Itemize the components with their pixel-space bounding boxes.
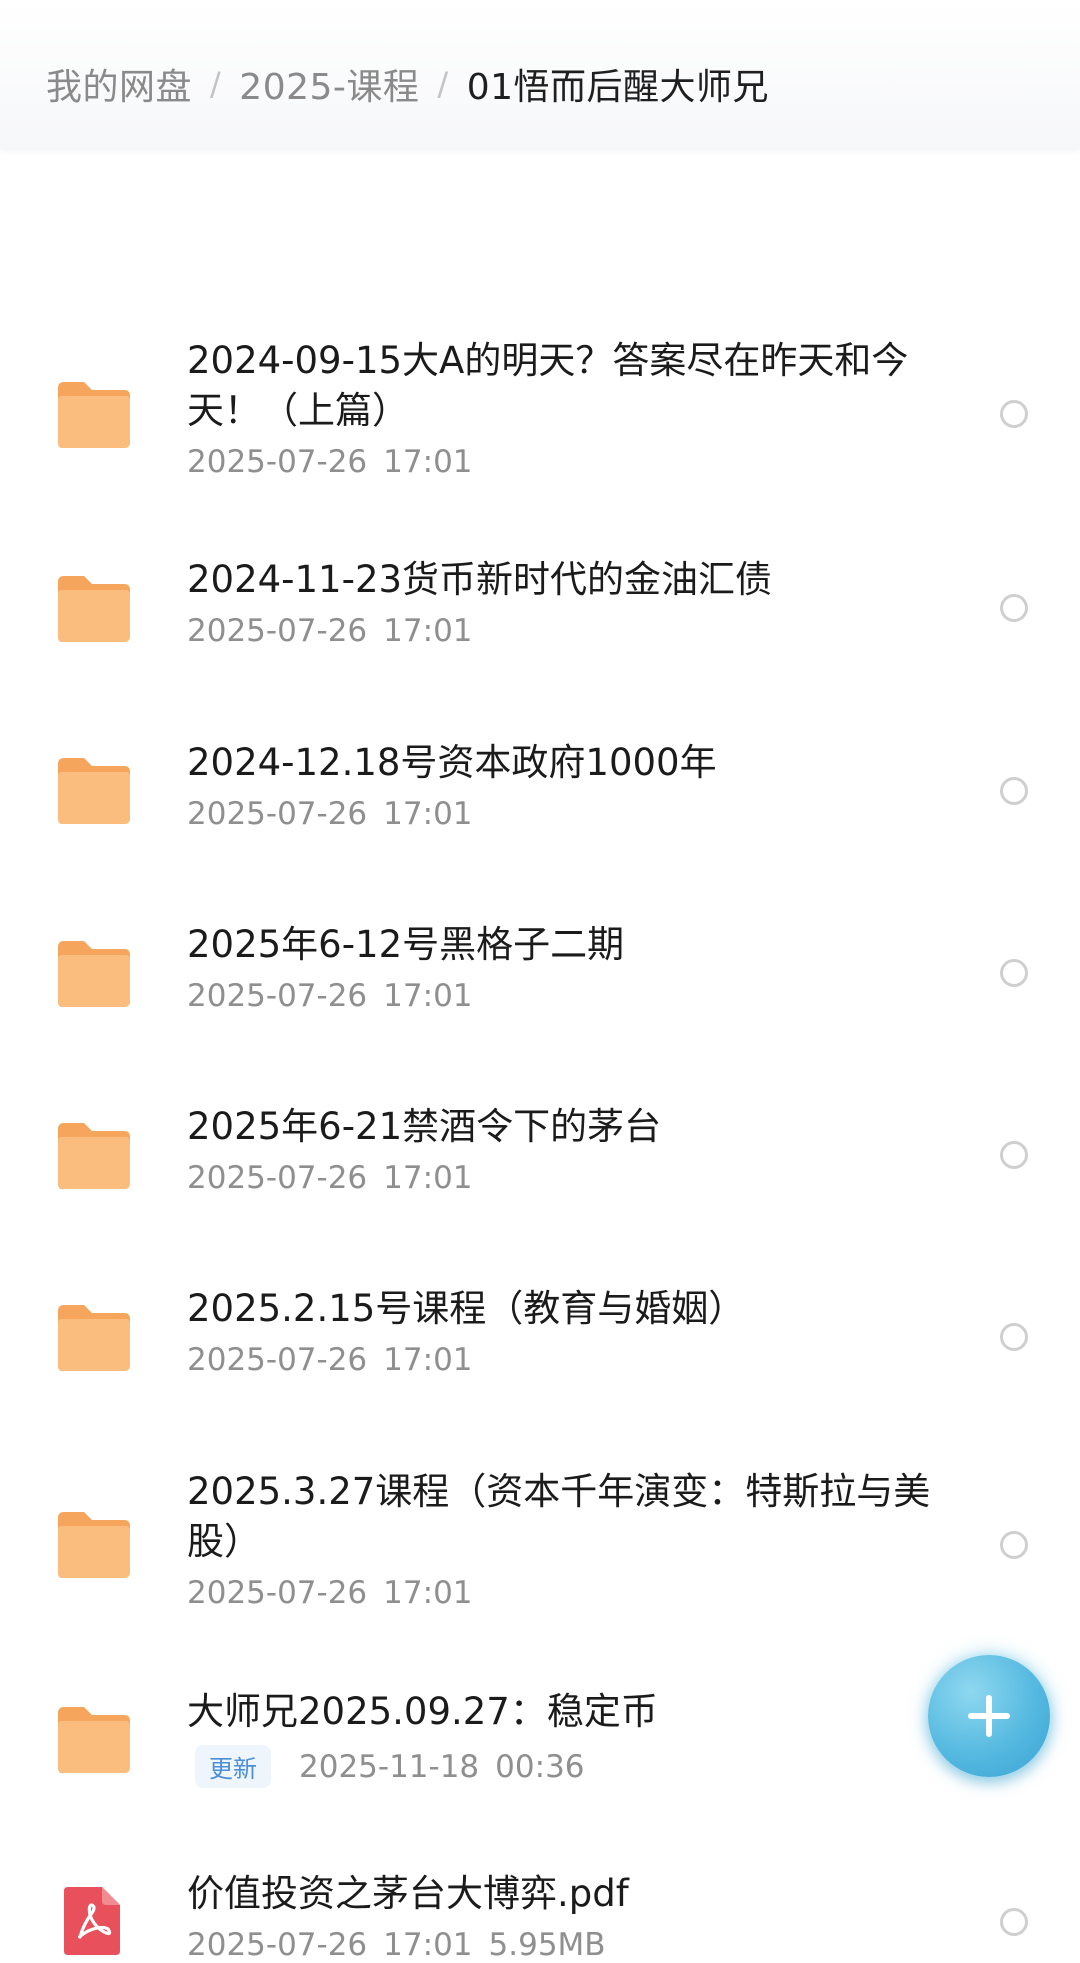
file-date: 2025-07-26 (187, 1575, 368, 1611)
file-date: 2025-11-18 (299, 1748, 480, 1785)
radio-circle-icon[interactable] (1000, 1141, 1028, 1169)
file-date: 2025-07-26 (187, 1927, 368, 1963)
top-bar: 我的网盘 / 2025-课程 / 01悟而后醒大师兄 (0, 0, 1080, 150)
pdf-icon (62, 1885, 122, 1957)
file-time: 17:01 (383, 444, 473, 480)
file-date: 2025-07-26 (187, 978, 368, 1014)
radio-circle-icon[interactable] (1000, 1323, 1028, 1351)
file-name: 价值投资之茅台大博弈.pdf (187, 1872, 629, 1915)
folder-icon (54, 1301, 132, 1373)
file-meta: 2025-07-26 17:01 (187, 613, 947, 649)
file-name: 2024-12.18号资本政府1000年 (187, 741, 717, 784)
radio-circle-icon[interactable] (1000, 777, 1028, 805)
file-name: 2024-11-23货币新时代的金油汇债 (187, 558, 773, 601)
file-time: 00:36 (495, 1748, 585, 1785)
file-meta: 2025-07-26 17:01 (187, 444, 947, 480)
file-time: 17:01 (383, 1575, 473, 1611)
file-meta: 2025-07-26 17:01 5.95MB (187, 1927, 947, 1963)
folder-icon (54, 1703, 132, 1775)
folder-icon (54, 378, 132, 450)
radio-circle-icon[interactable] (1000, 594, 1028, 622)
file-time: 17:01 (383, 978, 473, 1014)
file-name: 大师兄2025.09.27：稳定币 (187, 1690, 658, 1733)
file-date: 2025-07-26 (187, 613, 368, 649)
radio-circle-icon[interactable] (1000, 1531, 1028, 1559)
file-date: 2025-07-26 (187, 444, 368, 480)
breadcrumb-root[interactable]: 我的网盘 (46, 58, 192, 110)
file-meta: 更新 2025-11-18 00:36 (187, 1745, 947, 1788)
file-time: 17:01 (383, 1927, 473, 1963)
breadcrumb-level1[interactable]: 2025-课程 (239, 58, 419, 110)
plus-icon (986, 1695, 992, 1737)
folder-icon (54, 1508, 132, 1580)
file-meta: 2025-07-26 17:01 (187, 1160, 947, 1196)
folder-icon (54, 1119, 132, 1191)
file-time: 17:01 (383, 1160, 473, 1196)
file-time: 17:01 (383, 796, 473, 832)
folder-icon (54, 937, 132, 1009)
file-meta: 2025-07-26 17:01 (187, 1342, 947, 1378)
folder-icon (54, 754, 132, 826)
radio-circle-icon[interactable] (1000, 400, 1028, 428)
file-date: 2025-07-26 (187, 1342, 368, 1378)
file-time: 17:01 (383, 613, 473, 649)
file-name: 2025年6-12号黑格子二期 (187, 923, 625, 966)
breadcrumb-separator: / (437, 65, 449, 103)
update-badge: 更新 (195, 1745, 271, 1788)
breadcrumb: 我的网盘 / 2025-课程 / 01悟而后醒大师兄 (46, 58, 769, 110)
add-button[interactable] (928, 1655, 1050, 1777)
file-time: 17:01 (383, 1342, 473, 1378)
file-name: 2025年6-21禁酒令下的茅台 (187, 1105, 662, 1148)
file-meta: 2025-07-26 17:01 (187, 978, 947, 1014)
file-date: 2025-07-26 (187, 1160, 368, 1196)
folder-icon (54, 572, 132, 644)
radio-circle-icon[interactable] (1000, 959, 1028, 987)
breadcrumb-separator: / (210, 65, 222, 103)
file-meta: 2025-07-26 17:01 (187, 1575, 947, 1611)
file-date: 2025-07-26 (187, 796, 368, 832)
radio-circle-icon[interactable] (1000, 1908, 1028, 1936)
file-name: 2024-09-15大A的明天？答案尽在昨天和今天！（上篇） (187, 339, 909, 432)
file-name: 2025.2.15号课程（教育与婚姻） (187, 1287, 746, 1330)
file-meta: 2025-07-26 17:01 (187, 796, 947, 832)
file-size: 5.95MB (488, 1927, 606, 1963)
breadcrumb-current: 01悟而后醒大师兄 (466, 67, 769, 108)
file-name: 2025.3.27课程（资本千年演变：特斯拉与美股） (187, 1470, 931, 1563)
